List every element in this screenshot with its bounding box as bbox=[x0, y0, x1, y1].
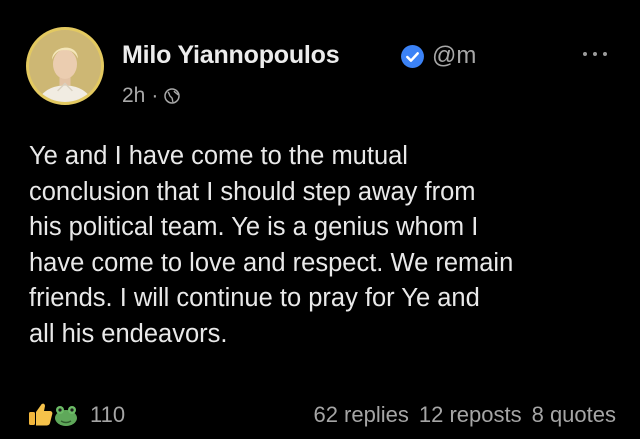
quotes-count[interactable]: 8 quotes bbox=[532, 402, 616, 428]
frog-icon bbox=[55, 406, 77, 426]
reaction-count[interactable]: 110 bbox=[90, 402, 125, 428]
engagement-stats: 62 replies 12 reposts 8 quotes bbox=[313, 402, 616, 428]
meta-separator: · bbox=[151, 84, 159, 107]
avatar[interactable] bbox=[26, 27, 104, 105]
verified-badge-icon bbox=[401, 45, 424, 68]
globe-icon bbox=[164, 88, 181, 104]
more-options-icon[interactable] bbox=[583, 50, 607, 58]
reaction-icons[interactable] bbox=[26, 399, 80, 429]
thumbs-up-icon bbox=[29, 403, 53, 426]
post-body: Ye and I have come to the mutual conclus… bbox=[29, 142, 514, 348]
author-name[interactable]: Milo Yiannopoulos bbox=[122, 41, 340, 70]
post-meta: 2h · bbox=[122, 84, 181, 108]
author-handle[interactable]: @m bbox=[432, 42, 476, 70]
avatar-portrait-icon bbox=[29, 30, 101, 102]
post-footer: 110 62 replies 12 reposts 8 quotes bbox=[26, 399, 616, 429]
timestamp[interactable]: 2h bbox=[122, 84, 145, 108]
replies-count[interactable]: 62 replies bbox=[313, 402, 408, 428]
reposts-count[interactable]: 12 reposts bbox=[419, 402, 522, 428]
post-card: Milo Yiannopoulos @m 2h · Ye and I have … bbox=[0, 0, 640, 439]
